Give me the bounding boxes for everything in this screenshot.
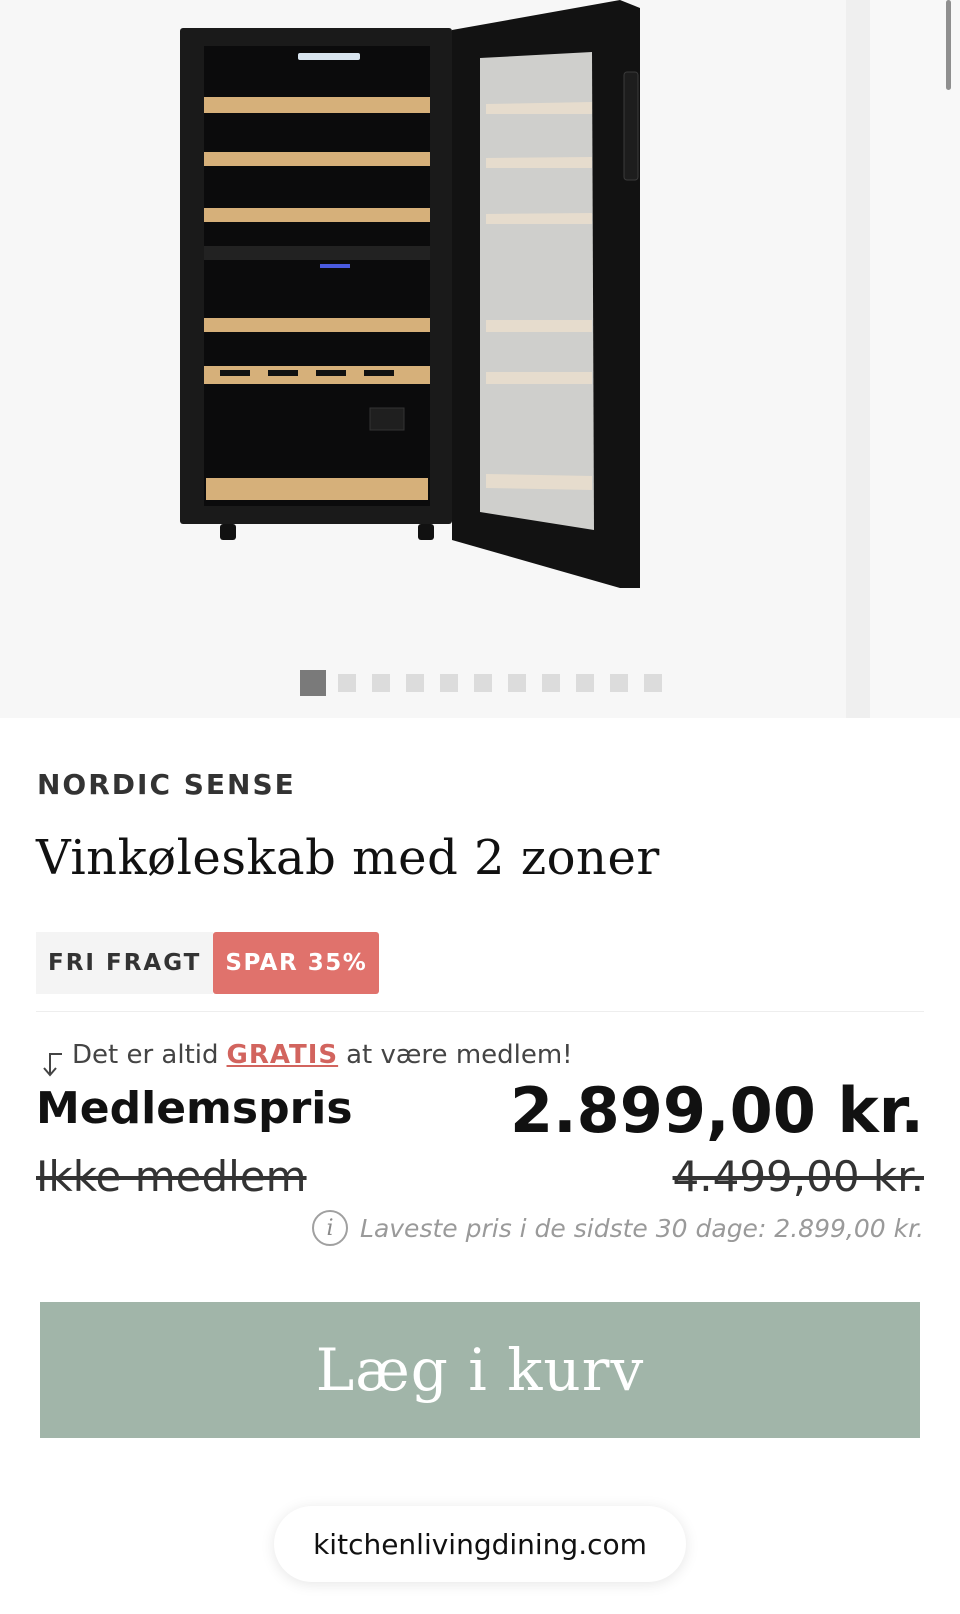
product-title: Vinkøleskab med 2 zoner xyxy=(36,830,660,886)
member-price-label: Medlemspris xyxy=(36,1083,353,1134)
membership-note-text-start: Det er altid xyxy=(72,1040,219,1070)
discount-badge: SPAR 35% xyxy=(213,932,380,994)
product-badges: FRI FRAGT SPAR 35% xyxy=(36,932,380,994)
divider xyxy=(36,1011,924,1012)
pagination-dot[interactable] xyxy=(372,674,390,692)
pagination-dot[interactable] xyxy=(644,674,662,692)
add-to-cart-button[interactable]: Læg i kurv xyxy=(40,1302,920,1438)
brand-name[interactable]: NORDIC SENSE xyxy=(37,768,296,801)
pagination-dot[interactable] xyxy=(440,674,458,692)
next-slide-preview[interactable] xyxy=(846,0,960,718)
pagination-dot[interactable] xyxy=(474,674,492,692)
lowest-price-note: i Laveste pris i de sidste 30 dage: 2.89… xyxy=(312,1210,924,1246)
pagination-dot[interactable] xyxy=(610,674,628,692)
pagination-dot-active[interactable] xyxy=(300,670,326,696)
member-price: 2.899,00 kr. xyxy=(509,1074,924,1147)
url-text: kitchenlivingdining.com xyxy=(313,1527,647,1561)
nonmember-price-label: Ikke medlem xyxy=(36,1152,307,1201)
membership-note: Det er altid GRATIS at være medlem! xyxy=(38,1040,573,1077)
info-icon[interactable]: i xyxy=(312,1210,349,1246)
browser-url-bar[interactable]: kitchenlivingdining.com xyxy=(274,1506,686,1582)
free-shipping-badge: FRI FRAGT xyxy=(36,932,214,994)
arrow-down-left-icon xyxy=(43,1053,62,1077)
pagination-dot[interactable] xyxy=(338,674,356,692)
product-image-wine-cooler[interactable] xyxy=(180,0,665,600)
pagination-dot[interactable] xyxy=(542,674,560,692)
nonmember-price: 4.499,00 kr. xyxy=(672,1152,924,1201)
pagination-dot[interactable] xyxy=(576,674,594,692)
scrollbar-thumb[interactable] xyxy=(946,0,951,90)
gallery-pagination xyxy=(300,670,678,696)
lowest-price-text: Laveste pris i de sidste 30 dage: 2.899,… xyxy=(360,1213,924,1243)
pagination-dot[interactable] xyxy=(406,674,424,692)
pagination-dot[interactable] xyxy=(508,674,526,692)
free-membership-link[interactable]: GRATIS xyxy=(227,1040,339,1070)
product-image-gallery[interactable] xyxy=(0,0,960,718)
membership-note-text-end: at være medlem! xyxy=(346,1040,573,1070)
